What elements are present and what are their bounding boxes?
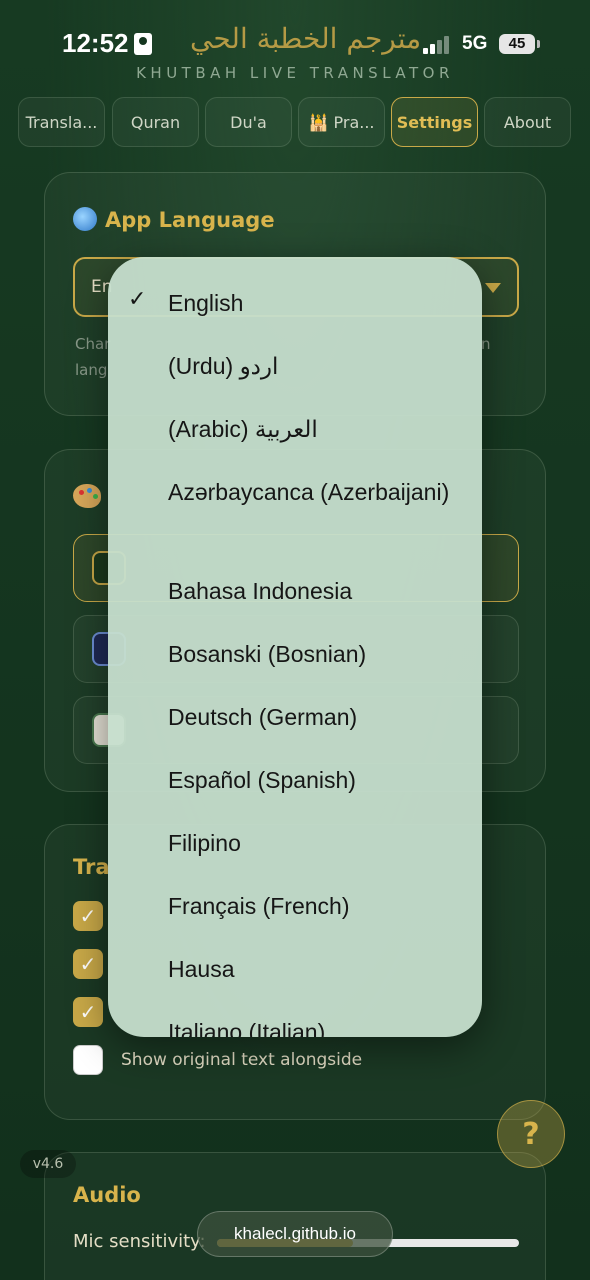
app-language-title-text: App Language: [105, 208, 275, 232]
tab-quran[interactable]: Quran: [112, 97, 199, 147]
language-option-filipino[interactable]: Filipino: [168, 826, 468, 861]
chevron-down-icon: [485, 283, 501, 293]
language-option-spanish[interactable]: Español (Spanish): [168, 763, 468, 798]
battery-icon: 45: [499, 34, 540, 54]
id-card-icon: [134, 33, 152, 55]
language-option-azerbaijani[interactable]: Azərbaycanca (Azerbaijani): [168, 475, 468, 510]
language-option-english[interactable]: English: [168, 286, 468, 321]
show-original-checkbox[interactable]: [73, 1045, 103, 1075]
language-option-urdu[interactable]: (Urdu) اردو: [168, 349, 468, 384]
checkmark-icon: ✓: [128, 287, 147, 312]
app-language-title: App Language: [73, 207, 275, 232]
language-help-text-end: n: [481, 335, 491, 353]
option-checkbox-2[interactable]: ✓: [73, 949, 103, 979]
language-option-french[interactable]: Français (French): [168, 889, 468, 924]
browser-url-bar[interactable]: khalecl.github.io: [197, 1211, 393, 1257]
network-type: 5G: [462, 33, 488, 54]
tab-translate[interactable]: Transla...: [18, 97, 105, 147]
globe-icon: [73, 207, 97, 231]
language-option-bosnian[interactable]: Bosanski (Bosnian): [168, 637, 468, 672]
tab-prayer[interactable]: 🕌 Pra...: [298, 97, 385, 147]
signal-icon: [423, 34, 453, 54]
mic-sensitivity-label: Mic sensitivity:: [73, 1231, 206, 1252]
tab-bar: Transla... Quran Du'a 🕌 Pra... Settings …: [18, 97, 578, 147]
language-dropdown-menu: ✓ English (Urdu) اردو (Arabic) العربية A…: [108, 257, 482, 1037]
audio-title: Audio: [73, 1183, 141, 1207]
app-title-arabic: مترجم الخطبة الحي: [190, 22, 422, 55]
tab-settings[interactable]: Settings: [391, 97, 478, 147]
app-subtitle: KHUTBAH LIVE TRANSLATOR: [136, 64, 454, 82]
version-badge: v4.6: [20, 1150, 76, 1178]
tab-dua[interactable]: Du'a: [205, 97, 292, 147]
language-option-indonesian[interactable]: Bahasa Indonesia: [168, 574, 468, 609]
language-option-hausa[interactable]: Hausa: [168, 952, 468, 987]
help-button[interactable]: ?: [497, 1100, 565, 1168]
language-option-italian[interactable]: Italiano (Italian): [168, 1015, 468, 1037]
translation-display-title: Tra: [73, 855, 110, 879]
language-option-arabic[interactable]: (Arabic) العربية: [168, 412, 468, 447]
status-bar: 12:52 مترجم الخطبة الحي KHUTBAH LIVE TRA…: [0, 0, 590, 90]
option-checkbox-3[interactable]: ✓: [73, 997, 103, 1027]
option-checkbox-1[interactable]: ✓: [73, 901, 103, 931]
show-original-label: Show original text alongside: [121, 1050, 363, 1070]
tab-about[interactable]: About: [484, 97, 571, 147]
status-time: 12:52: [62, 28, 129, 58]
palette-icon: [73, 484, 101, 508]
language-option-german[interactable]: Deutsch (German): [168, 700, 468, 735]
language-help-text: Char lang: [75, 335, 111, 379]
